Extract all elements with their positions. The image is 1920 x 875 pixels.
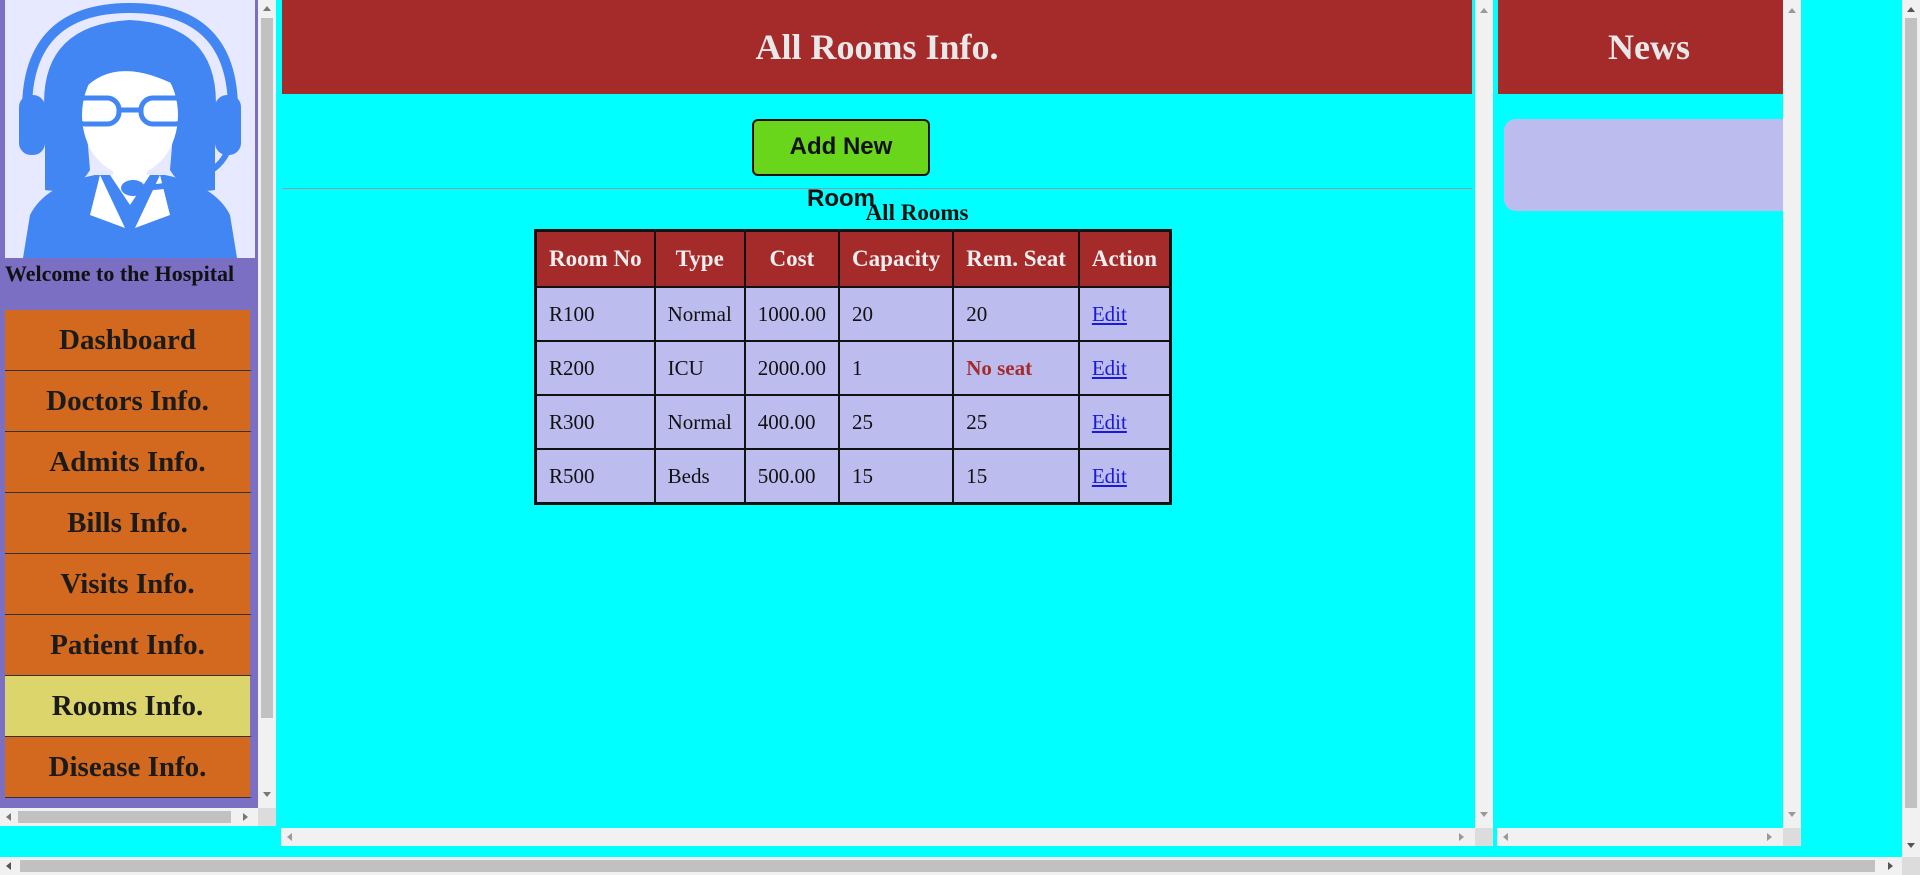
cost-cell: 400.00 [743,394,841,450]
nav-patient-info[interactable]: Patient Info. [5,615,252,676]
scroll-up-arrow-icon[interactable] [1480,8,1488,13]
scrollbar-corner [1783,828,1801,846]
nav-visits-info[interactable]: Visits Info. [5,554,252,615]
scrollbar-corner [1475,828,1493,846]
scroll-down-arrow-icon[interactable] [1788,812,1796,817]
scrollbar-thumb[interactable] [20,860,1875,872]
room-no-cell: R300 [534,394,656,450]
edit-link[interactable]: Edit [1092,302,1127,326]
cost-cell: 500.00 [743,448,841,505]
room-no-cell: R200 [534,340,656,396]
receptionist-avatar-icon [5,0,255,258]
sidebar-frame: Welcome to the Hospital Dashboard Doctor… [0,0,276,826]
scroll-down-arrow-icon[interactable] [1480,812,1488,817]
column-header: Room No [534,229,656,288]
table-caption: All Rooms [865,200,969,225]
main-horizontal-scrollbar[interactable] [281,828,1475,846]
main-frame: All Rooms Info. Add New Room All Rooms R… [281,0,1493,848]
type-cell: Beds [653,448,746,505]
main-vertical-scrollbar[interactable] [1475,0,1493,828]
room-no-cell: R100 [534,286,656,342]
sidebar-vertical-scrollbar[interactable] [258,0,276,808]
scroll-right-arrow-icon[interactable] [243,813,248,821]
add-new-room-button[interactable]: Add New Room [752,119,930,212]
nav-doctors-info[interactable]: Doctors Info. [5,371,252,432]
edit-link[interactable]: Edit [1092,356,1127,380]
cost-cell: 1000.00 [743,286,841,342]
news-vertical-scrollbar[interactable] [1783,0,1801,828]
scrollbar-thumb[interactable] [18,811,231,823]
capacity-cell: 15 [838,448,955,505]
type-cell: Normal [653,286,746,342]
nav-admits-info[interactable]: Admits Info. [5,432,252,493]
scroll-right-arrow-icon[interactable] [1459,833,1464,841]
column-header: Cost [743,229,841,288]
news-title: News [1498,0,1800,94]
welcome-text: Welcome to the Hospital [5,261,235,286]
window-horizontal-scrollbar[interactable] [0,857,1902,875]
type-cell: Normal [653,394,746,450]
scrollbar-thumb[interactable] [261,18,273,718]
action-cell: Edit [1077,448,1172,505]
nav-rooms-info[interactable]: Rooms Info. [5,676,252,737]
news-frame: News [1497,0,1820,848]
scroll-right-arrow-icon[interactable] [1767,833,1772,841]
capacity-cell: 20 [838,286,955,342]
table-row: R100 Normal 1000.00 20 20 Edit [534,286,1172,342]
capacity-cell: 1 [838,340,955,396]
action-cell: Edit [1077,394,1172,450]
nav-disease-info[interactable]: Disease Info. [5,737,252,798]
scroll-left-arrow-icon[interactable] [6,813,11,821]
room-no-cell: R500 [534,448,656,505]
news-horizontal-scrollbar[interactable] [1497,828,1783,846]
remaining-seat-cell: No seat [952,340,1080,396]
capacity-cell: 25 [838,394,955,450]
rooms-table: Room No Type Cost Capacity Rem. Seat Act… [534,229,1173,505]
window-vertical-scrollbar[interactable] [1902,0,1920,857]
scrollbar-corner [258,808,276,826]
table-header-row: Room No Type Cost Capacity Rem. Seat Act… [534,229,1172,288]
sidebar-horizontal-scrollbar[interactable] [0,808,258,826]
scroll-up-arrow-icon[interactable] [1907,7,1915,12]
scroll-down-arrow-icon[interactable] [1907,843,1915,848]
scroll-left-arrow-icon[interactable] [1503,833,1508,841]
news-box [1504,119,1792,211]
cost-cell: 2000.00 [743,340,841,396]
table-row: R300 Normal 400.00 25 25 Edit [534,394,1172,450]
scroll-left-arrow-icon[interactable] [6,862,11,870]
scrollbar-thumb[interactable] [1905,18,1917,808]
edit-link[interactable]: Edit [1092,464,1127,488]
nav-bills-info[interactable]: Bills Info. [5,493,252,554]
scroll-up-arrow-icon[interactable] [263,6,271,11]
remaining-seat-cell: 20 [952,286,1080,342]
scroll-left-arrow-icon[interactable] [287,833,292,841]
action-cell: Edit [1077,340,1172,396]
scroll-up-arrow-icon[interactable] [1788,8,1796,13]
sidebar-content: Welcome to the Hospital Dashboard Doctor… [5,0,255,798]
action-cell: Edit [1077,286,1172,342]
remaining-seat-cell: 25 [952,394,1080,450]
scroll-down-arrow-icon[interactable] [263,792,271,797]
table-row: R500 Beds 500.00 15 15 Edit [534,448,1172,505]
window-scrollbar-corner [1902,857,1920,875]
table-row: R200 ICU 2000.00 1 No seat Edit [534,340,1172,396]
column-header: Action [1077,229,1172,288]
column-header: Rem. Seat [952,229,1080,288]
remaining-seat-cell: 15 [952,448,1080,505]
scroll-right-arrow-icon[interactable] [1888,862,1893,870]
type-cell: ICU [653,340,746,396]
page-title: All Rooms Info. [282,0,1472,94]
edit-link[interactable]: Edit [1092,410,1127,434]
column-header: Type [653,229,746,288]
nav-dashboard[interactable]: Dashboard [5,310,252,371]
divider [282,188,1472,189]
column-header: Capacity [838,229,955,288]
